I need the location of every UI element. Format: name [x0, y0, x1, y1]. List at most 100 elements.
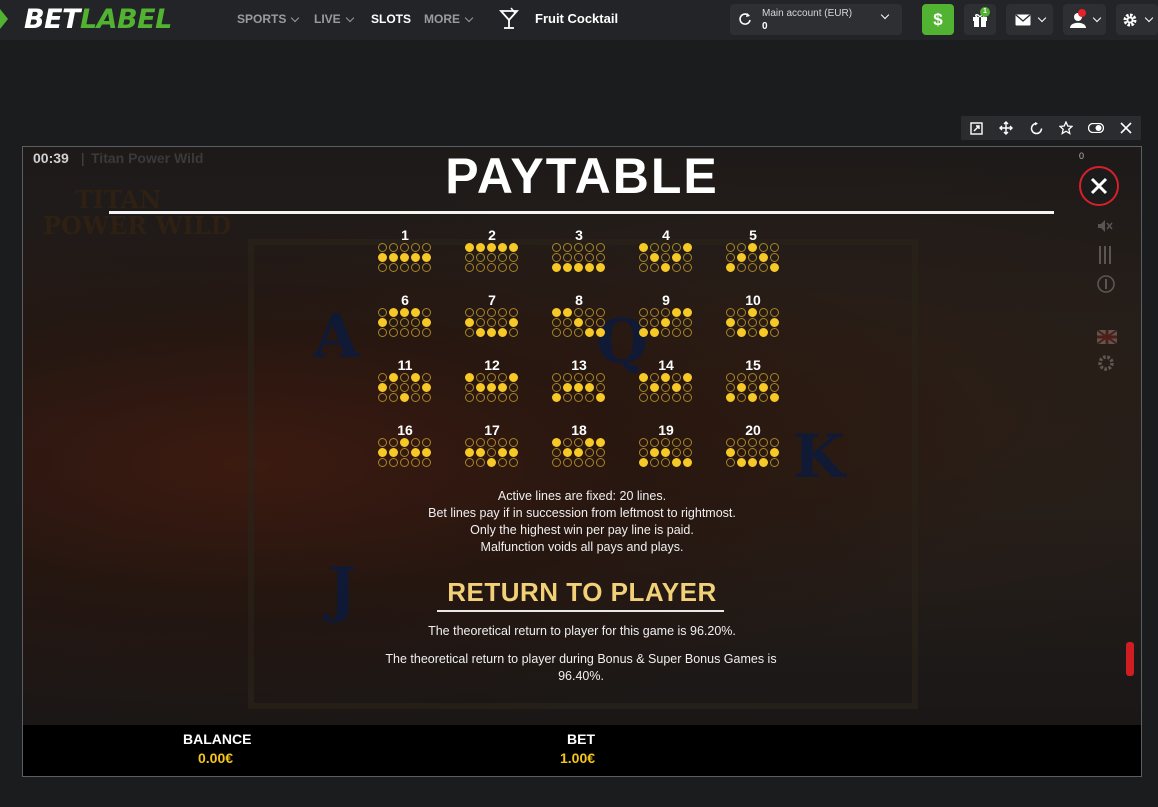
messages-button[interactable]	[1006, 4, 1053, 35]
payline-dot-active	[737, 328, 746, 337]
payline-dot	[552, 253, 561, 262]
gift-button[interactable]: 1	[964, 4, 996, 35]
payline-pattern	[726, 243, 779, 272]
payline-pattern	[552, 373, 605, 402]
bet-value[interactable]: 1.00€	[560, 750, 595, 766]
payline-cell: 9	[636, 292, 696, 352]
payline-pattern	[726, 438, 779, 467]
rule-line: Active lines are fixed: 20 lines.	[497, 489, 667, 503]
payline-dot	[661, 438, 670, 447]
payline-dot	[400, 318, 409, 327]
nav-slots[interactable]: SLOTS	[371, 12, 411, 26]
payline-cell: 13	[549, 357, 609, 417]
payline-cell: 4	[636, 227, 696, 287]
rtp-heading: RETURN TO PLAYER	[447, 577, 717, 607]
brand-part2: LABEL	[79, 4, 172, 35]
reload-button[interactable]	[1021, 116, 1051, 140]
payline-dot	[563, 243, 572, 252]
payline-number: 15	[745, 357, 761, 373]
payline-dot	[726, 253, 735, 262]
payline-dot	[509, 458, 518, 467]
settings-icon	[1098, 355, 1114, 371]
payline-dot	[726, 373, 735, 382]
logo-arrow-icon	[0, 9, 8, 29]
payline-dot	[552, 373, 561, 382]
payline-number: 3	[575, 227, 583, 243]
payline-dot	[661, 393, 670, 402]
payline-dot-active	[726, 318, 735, 327]
payline-dot	[726, 308, 735, 317]
payline-dot	[759, 243, 768, 252]
game-frame[interactable]: A Q K J TITAN POWER WILD 00:39 | Titan P…	[22, 146, 1142, 777]
theme-toggle[interactable]	[1081, 116, 1111, 140]
nav-more[interactable]: MORE	[424, 12, 474, 26]
account-selector[interactable]: Main account (EUR) 0	[730, 4, 902, 35]
payline-dot-active	[748, 243, 757, 252]
payline-dot	[683, 328, 692, 337]
payline-dot	[726, 438, 735, 447]
payline-dot	[378, 243, 387, 252]
nav-sports[interactable]: SPORTS	[237, 12, 300, 26]
payline-dot-active	[509, 448, 518, 457]
paytable-scrollbar[interactable]	[1126, 642, 1134, 676]
payline-dot-active	[411, 308, 420, 317]
brand-logo[interactable]: BETLABEL	[24, 4, 172, 35]
payline-dot	[726, 458, 735, 467]
payline-dot	[574, 243, 583, 252]
payline-dot	[650, 263, 659, 272]
payline-dot	[596, 253, 605, 262]
payline-dot	[465, 263, 474, 272]
payline-dot-active	[465, 243, 474, 252]
payline-dot-active	[661, 318, 670, 327]
payline-dot	[465, 458, 474, 467]
payline-dot-active	[639, 458, 648, 467]
payline-dot	[759, 448, 768, 457]
close-frame-button[interactable]	[1111, 116, 1141, 140]
payline-dot-active	[487, 458, 496, 467]
payline-dot	[411, 263, 420, 272]
payline-dot	[400, 458, 409, 467]
rule-line: Malfunction voids all pays and plays.	[480, 540, 684, 554]
payline-pattern	[552, 438, 605, 467]
payline-number: 4	[662, 227, 670, 243]
payline-dot-active	[737, 383, 746, 392]
balance-label: BALANCE	[183, 731, 252, 747]
cocktail-icon[interactable]	[499, 7, 519, 31]
payline-dot-active	[726, 448, 735, 457]
payline-dot	[422, 308, 431, 317]
payline-pattern	[726, 308, 779, 337]
rule-line: Only the highest win per pay line is pai…	[470, 523, 694, 537]
payline-dot	[574, 328, 583, 337]
external-link-button[interactable]	[961, 116, 991, 140]
payline-dot-active	[661, 263, 670, 272]
payline-dot	[411, 438, 420, 447]
payline-dot-active	[378, 383, 387, 392]
user-menu-button[interactable]	[1063, 4, 1106, 35]
nav-live[interactable]: LIVE	[314, 12, 354, 26]
chevron-down-icon	[1144, 13, 1154, 23]
move-button[interactable]	[991, 116, 1021, 140]
payline-dot	[770, 373, 779, 382]
payline-dot	[378, 328, 387, 337]
payline-dot	[389, 328, 398, 337]
paytable-close-button[interactable]	[1079, 166, 1119, 206]
payline-dot-active	[650, 253, 659, 262]
settings-button[interactable]	[1116, 4, 1158, 35]
current-game-name[interactable]: Fruit Cocktail	[535, 11, 618, 26]
payline-dot-active	[498, 448, 507, 457]
payline-dot-active	[770, 393, 779, 402]
payline-dot-active	[683, 373, 692, 382]
payline-dot	[574, 308, 583, 317]
nav-live-label: LIVE	[314, 12, 341, 26]
deposit-button[interactable]: $	[922, 4, 954, 35]
payline-cell: 17	[462, 422, 522, 482]
payline-pattern	[726, 373, 779, 402]
payline-dot-active	[422, 383, 431, 392]
payline-dot-active	[585, 438, 594, 447]
payline-dot-active	[509, 373, 518, 382]
payline-dot	[596, 448, 605, 457]
favorite-button[interactable]	[1051, 116, 1081, 140]
refresh-icon[interactable]	[738, 12, 752, 26]
payline-dot-active	[400, 393, 409, 402]
payline-dot	[737, 373, 746, 382]
